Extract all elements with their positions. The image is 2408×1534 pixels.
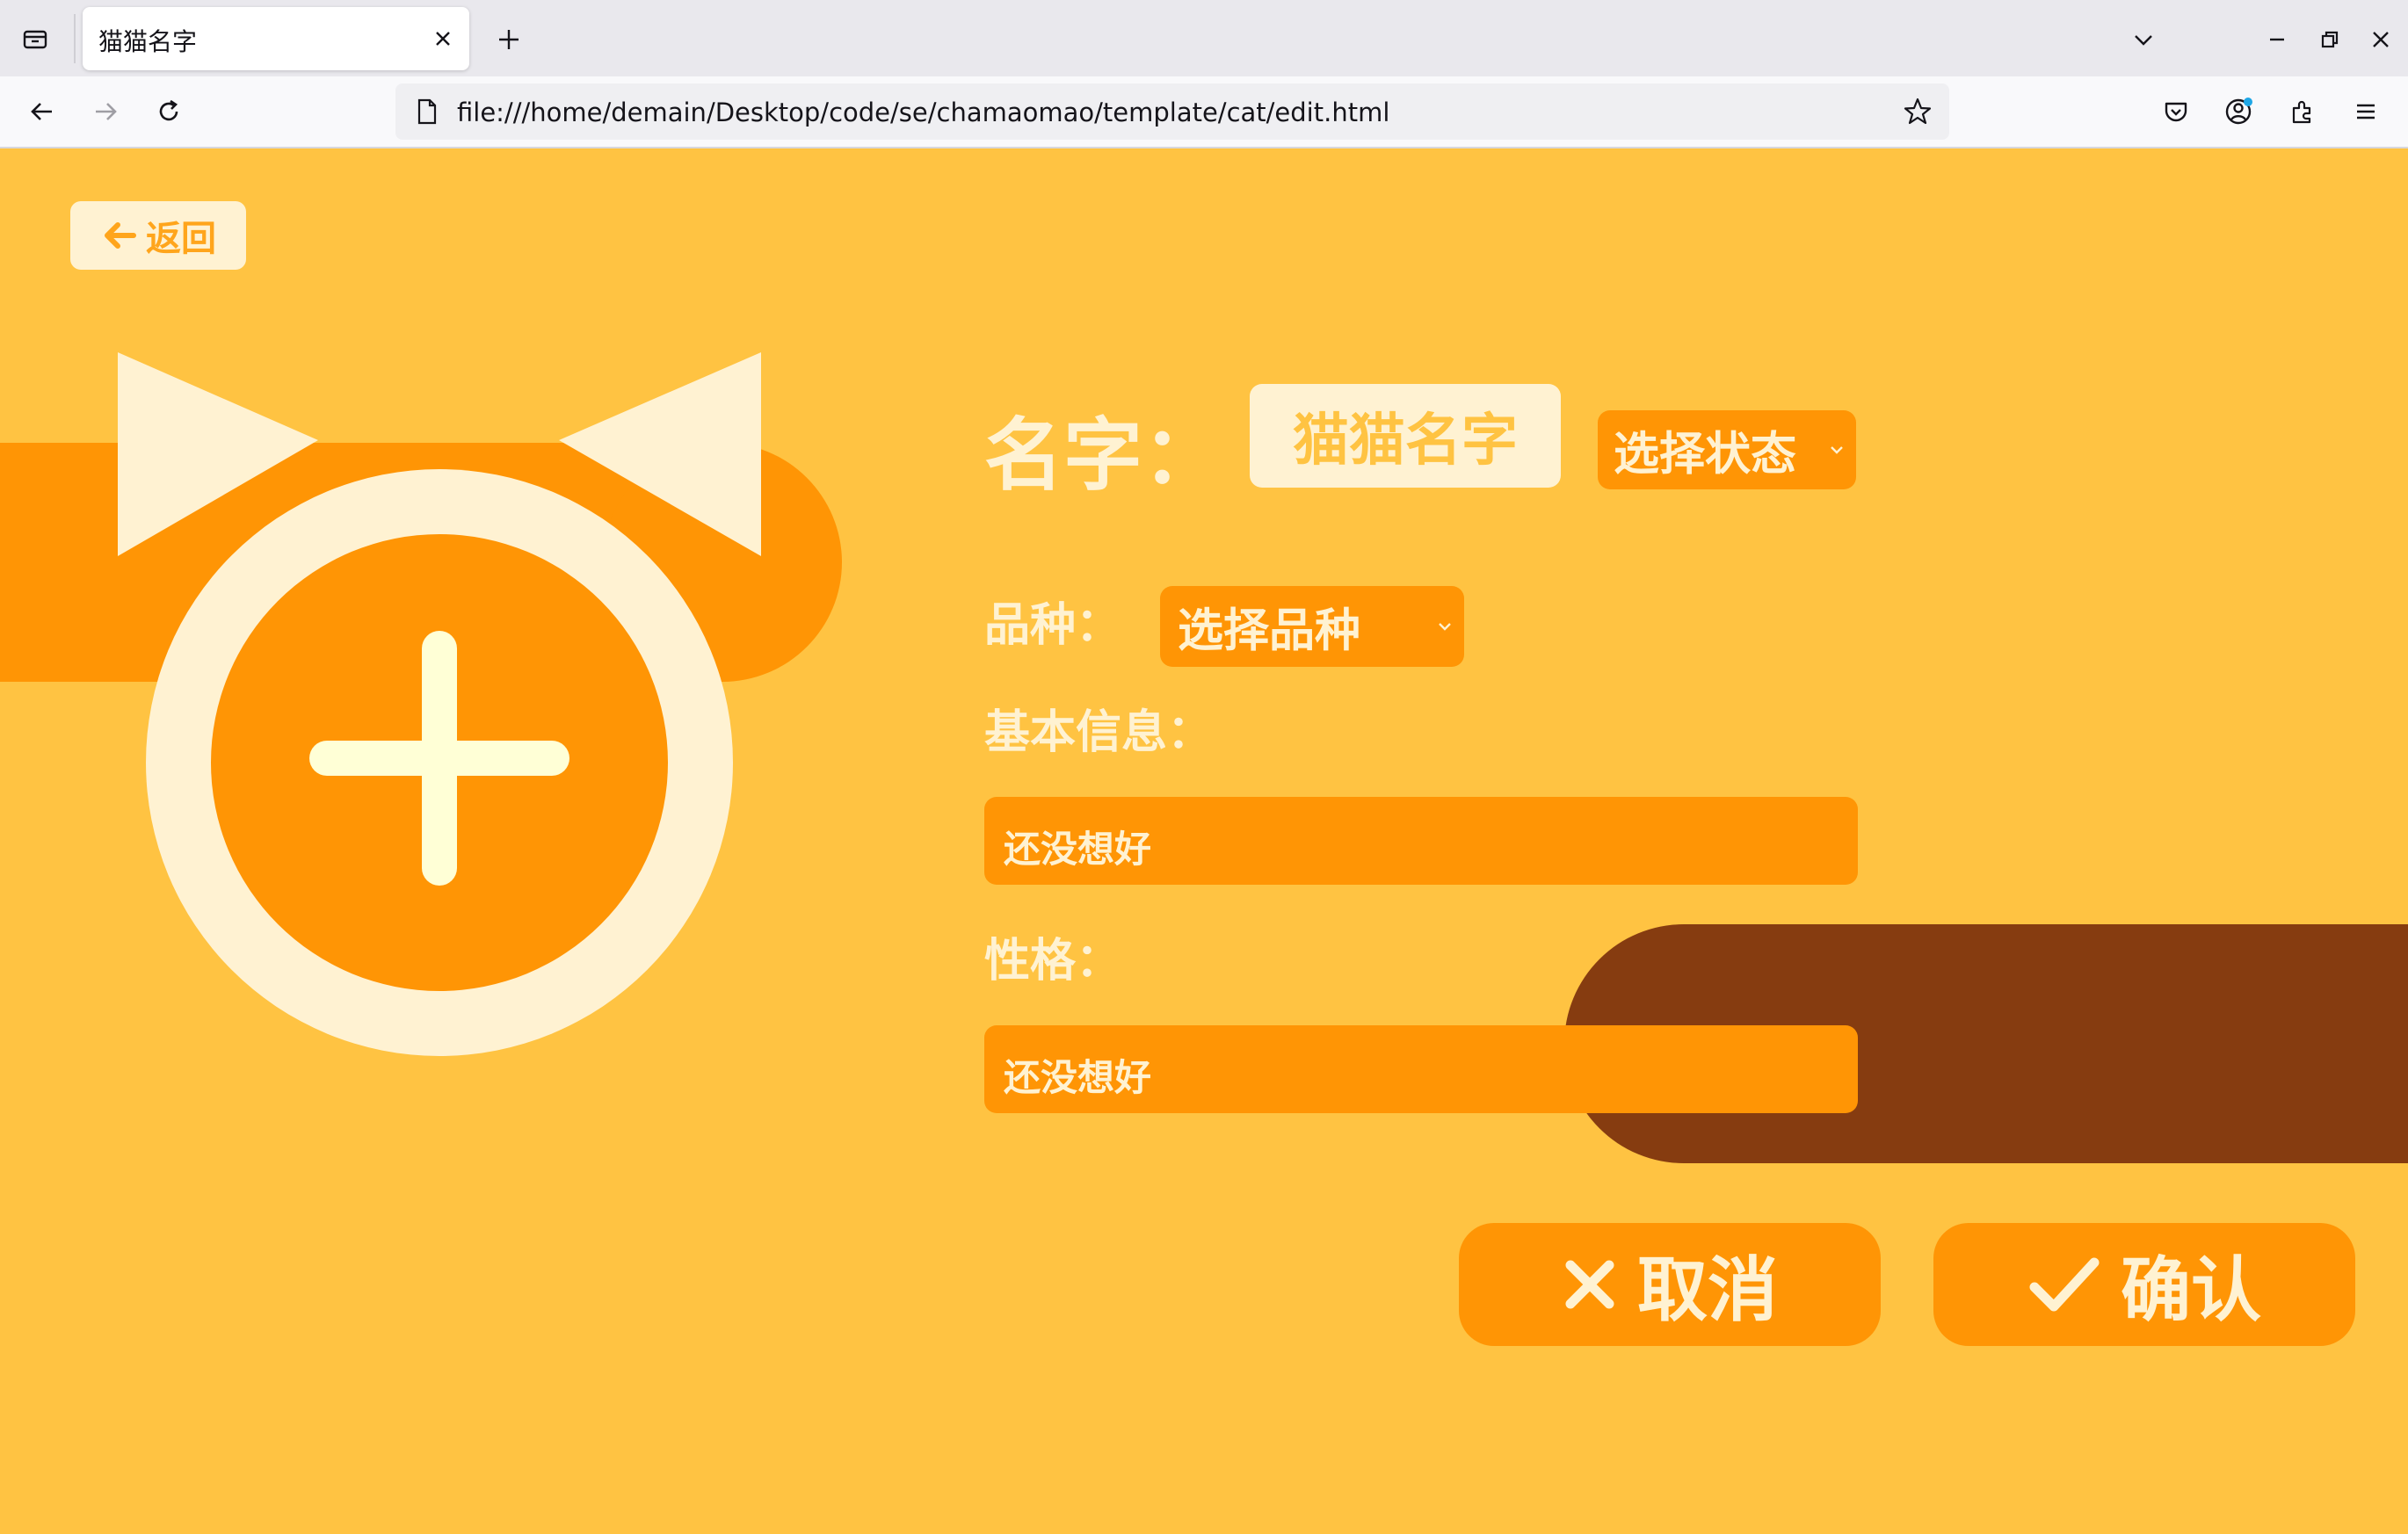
minimize-icon[interactable] bbox=[2257, 19, 2297, 60]
tab-list-icon[interactable] bbox=[12, 16, 58, 62]
star-icon[interactable] bbox=[1900, 94, 1935, 129]
restore-icon[interactable] bbox=[2310, 19, 2350, 60]
menu-icon[interactable] bbox=[2343, 89, 2389, 134]
confirm-label: 确认 bbox=[2121, 1249, 2261, 1331]
confirm-button[interactable]: 确认 bbox=[1933, 1223, 2355, 1346]
cat-edit-page: 返回 名字： 猫猫名字 选择状态 品种： 选择品种 基本信息： 还没想好 性格：… bbox=[0, 148, 2408, 1534]
browser-tab[interactable]: 猫猫名字 bbox=[83, 7, 469, 70]
breed-select-text: 选择品种 bbox=[1178, 604, 1361, 658]
forward-arrow-icon[interactable] bbox=[83, 89, 128, 134]
tab-separator bbox=[74, 14, 76, 63]
account-icon[interactable] bbox=[2216, 89, 2262, 134]
extensions-icon[interactable] bbox=[2280, 89, 2325, 134]
back-arrow-icon[interactable] bbox=[19, 89, 65, 134]
tab-title: 猫猫名字 bbox=[98, 27, 198, 56]
status-select[interactable]: 选择状态 bbox=[1598, 410, 1856, 489]
back-arrow-icon bbox=[105, 222, 136, 249]
back-label: 返回 bbox=[146, 219, 216, 259]
personality-value: 还没想好 bbox=[1004, 1056, 1152, 1099]
plus-icon[interactable] bbox=[489, 19, 529, 60]
personality-input[interactable]: 还没想好 bbox=[984, 1025, 1858, 1113]
cancel-label: 取消 bbox=[1637, 1249, 1778, 1331]
breed-select[interactable]: 选择品种 bbox=[1160, 586, 1464, 667]
x-icon bbox=[1565, 1260, 1614, 1309]
chevron-down-icon bbox=[1831, 446, 1843, 454]
basic-info-input[interactable]: 还没想好 bbox=[984, 797, 1858, 885]
chevron-down-icon bbox=[1439, 623, 1451, 631]
check-icon bbox=[2029, 1257, 2100, 1312]
url-bar[interactable]: file:///home/demain/Desktop/code/se/cham… bbox=[395, 83, 1949, 140]
add-photo-icon[interactable] bbox=[211, 534, 668, 991]
reload-icon[interactable] bbox=[146, 89, 192, 134]
cancel-button[interactable]: 取消 bbox=[1459, 1223, 1881, 1346]
pocket-icon[interactable] bbox=[2153, 89, 2199, 134]
basic-info-value: 还没想好 bbox=[1004, 828, 1152, 871]
basic-info-label: 基本信息： bbox=[984, 706, 1214, 759]
window-close-icon[interactable] bbox=[2361, 19, 2401, 60]
navigation-bar: file:///home/demain/Desktop/code/se/cham… bbox=[0, 76, 2408, 148]
page-icon bbox=[411, 96, 443, 127]
url-text[interactable]: file:///home/demain/Desktop/code/se/cham… bbox=[457, 98, 1389, 127]
chevron-down-icon[interactable] bbox=[2123, 19, 2164, 60]
close-icon[interactable] bbox=[427, 23, 459, 54]
name-value: 猫猫名字 bbox=[1293, 409, 1518, 474]
name-input[interactable]: 猫猫名字 bbox=[1250, 384, 1561, 488]
tab-strip: 猫猫名字 bbox=[0, 0, 2408, 76]
breed-label: 品种： bbox=[984, 599, 1122, 652]
status-select-text: 选择状态 bbox=[1614, 428, 1797, 481]
personality-label: 性格： bbox=[984, 935, 1122, 988]
name-label: 名字： bbox=[984, 409, 1222, 502]
back-button[interactable]: 返回 bbox=[70, 201, 246, 270]
